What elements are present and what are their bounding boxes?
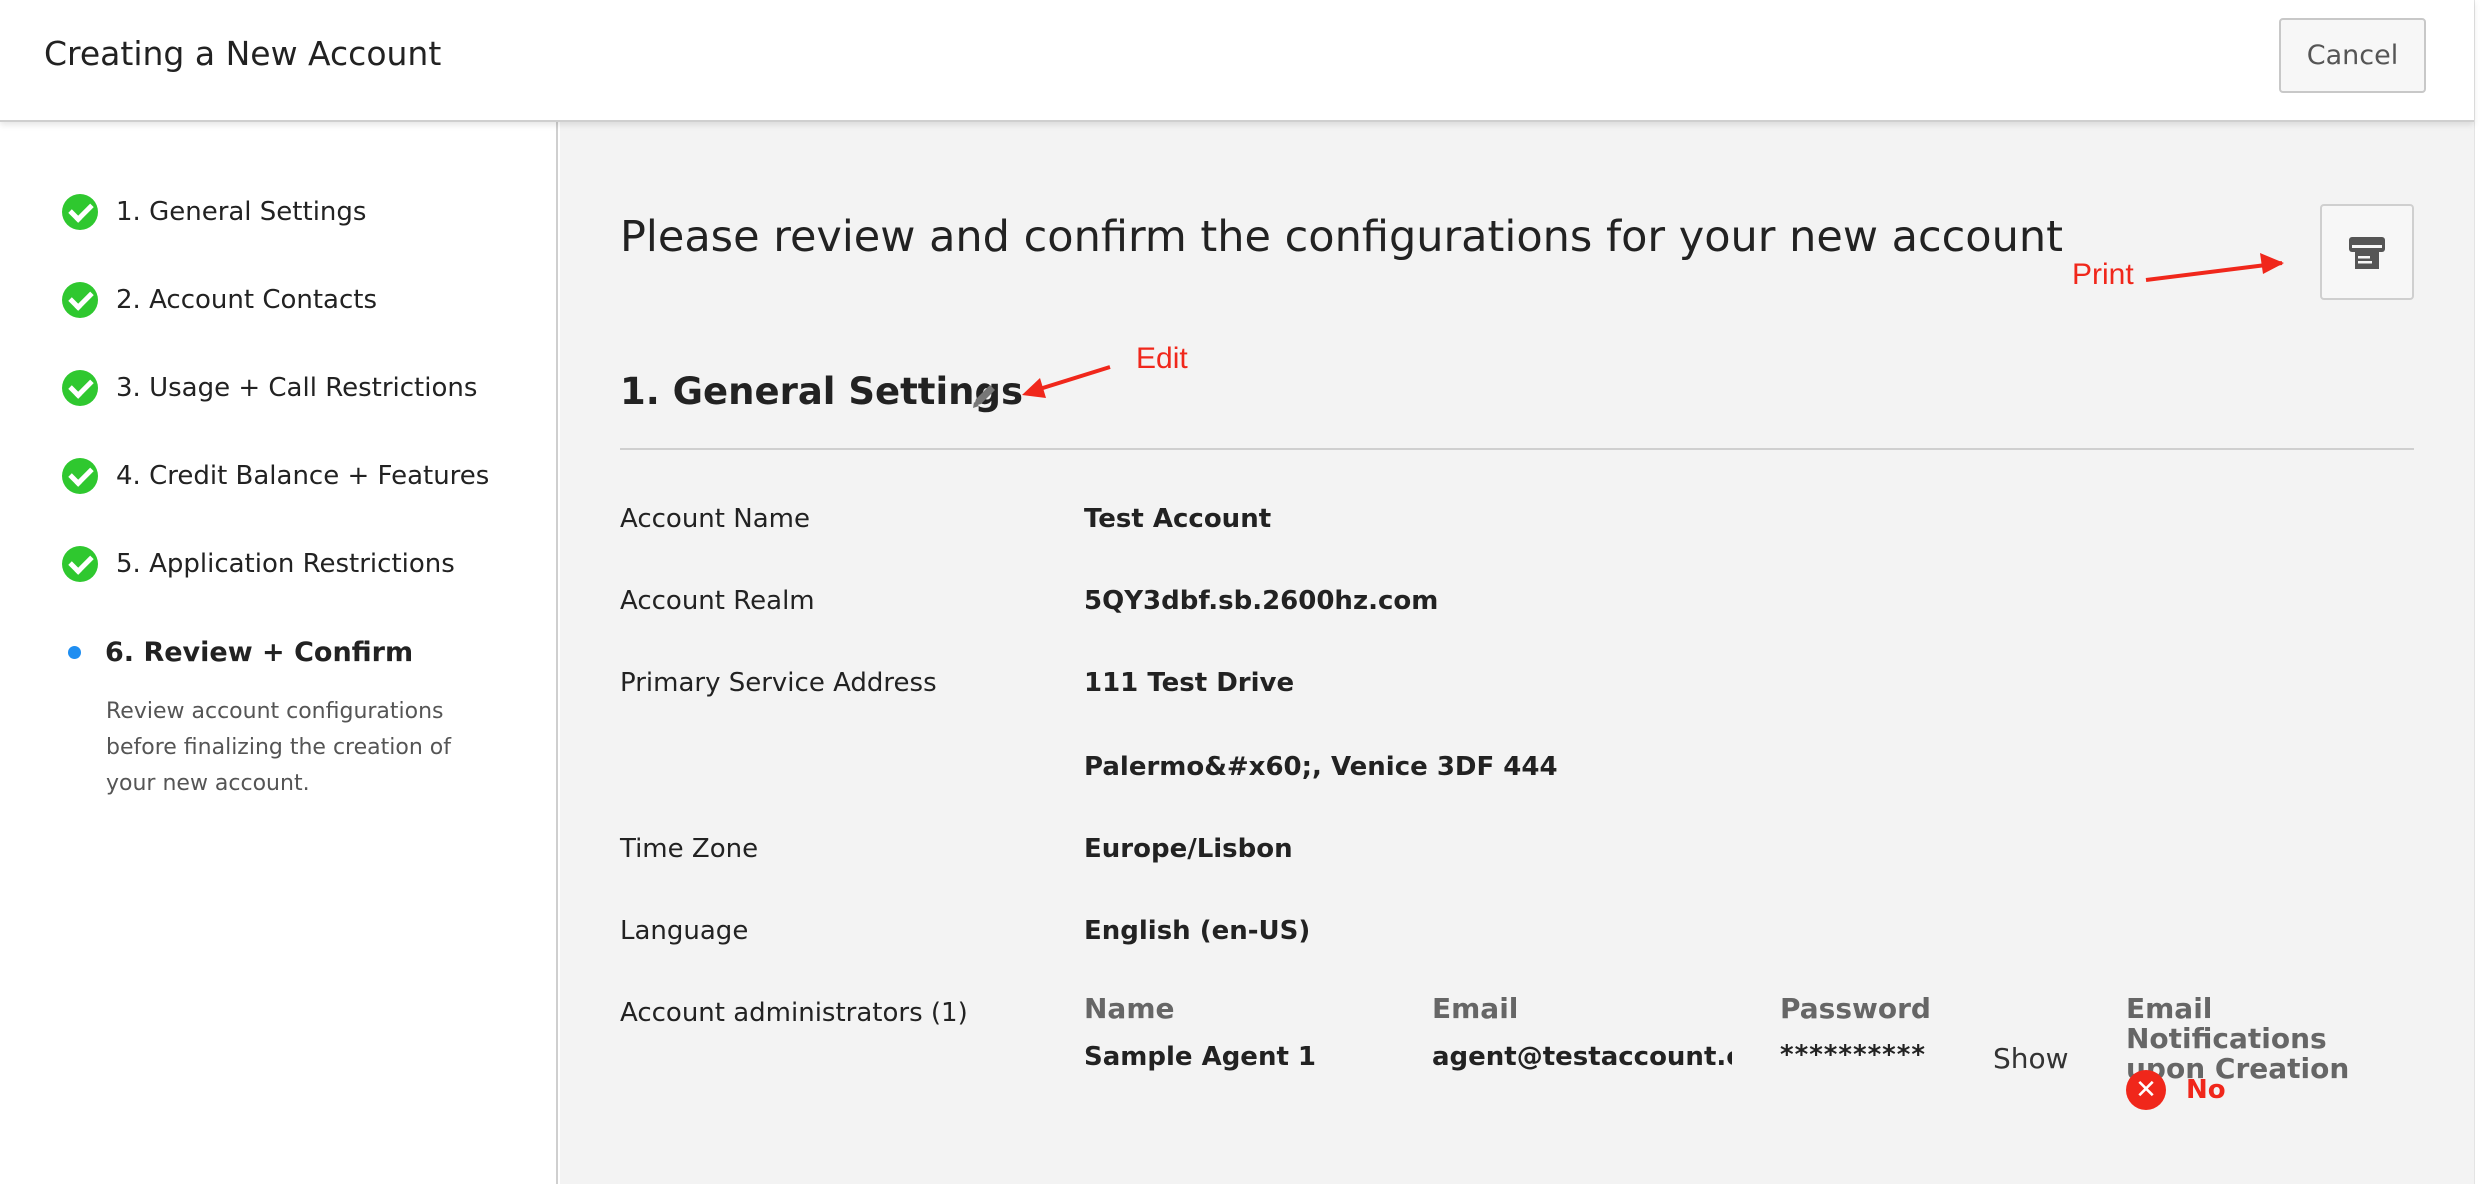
field-label-time-zone: Time Zone bbox=[620, 834, 759, 864]
wizard-step-label: 5. Application Restrictions bbox=[116, 549, 455, 579]
check-circle-icon bbox=[62, 458, 98, 494]
field-value-account-realm: 5QY3dbf.sb.2600hz.com bbox=[1084, 586, 1439, 616]
cancel-button[interactable]: Cancel bbox=[2279, 18, 2426, 93]
admin-name: Sample Agent 1 bbox=[1084, 1042, 1317, 1072]
wizard-step-review-confirm[interactable]: 6. Review + Confirm bbox=[62, 632, 413, 672]
active-step-dot bbox=[68, 645, 81, 659]
field-value-language: English (en-US) bbox=[1084, 916, 1311, 946]
wizard-step-label: 3. Usage + Call Restrictions bbox=[116, 373, 478, 403]
x-circle-icon: ✕ bbox=[2126, 1070, 2166, 1110]
email-notification-value: No bbox=[2186, 1075, 2226, 1105]
printer-icon bbox=[2349, 237, 2385, 269]
wizard-step-label: 4. Credit Balance + Features bbox=[116, 461, 490, 491]
field-value-time-zone: Europe/Lisbon bbox=[1084, 834, 1293, 864]
wizard-step-application-restrictions[interactable]: 5. Application Restrictions bbox=[62, 544, 455, 584]
email-notification-status: ✕ No bbox=[2126, 1070, 2226, 1110]
show-password-button[interactable]: Show bbox=[1993, 1042, 2069, 1075]
print-annotation: Print bbox=[2072, 258, 2134, 291]
edit-arrow-line bbox=[1029, 365, 1111, 394]
field-label-account-realm: Account Realm bbox=[620, 586, 815, 616]
wizard-sidebar: 1. General Settings 2. Account Contacts … bbox=[0, 122, 558, 1184]
window-edge bbox=[2474, 0, 2480, 1184]
wizard-step-label: 1. General Settings bbox=[116, 197, 367, 227]
wizard-step-credit-balance-features[interactable]: 4. Credit Balance + Features bbox=[62, 456, 489, 496]
wizard-step-account-contacts[interactable]: 2. Account Contacts bbox=[62, 280, 377, 320]
field-value-address-line2: Palermo&#x60;, Venice 3DF 444 bbox=[1084, 752, 1558, 782]
print-arrow-line bbox=[2145, 261, 2283, 282]
check-circle-icon bbox=[62, 546, 98, 582]
review-panel: Please review and confirm the configurat… bbox=[560, 122, 2474, 1184]
page-title: Creating a New Account bbox=[44, 34, 442, 73]
field-label-account-name: Account Name bbox=[620, 504, 810, 534]
edit-annotation: Edit bbox=[1136, 342, 1188, 375]
review-heading: Please review and confirm the configurat… bbox=[620, 212, 2063, 262]
pencil-icon-graphic bbox=[973, 385, 995, 408]
admins-col-password: Password bbox=[1780, 992, 1931, 1025]
section-divider bbox=[620, 448, 2414, 450]
active-step-description: Review account configurations before fin… bbox=[106, 699, 451, 796]
edit-arrow-head bbox=[1022, 378, 1046, 398]
top-bar: Creating a New Account Cancel bbox=[0, 0, 2474, 122]
admins-col-email: Email bbox=[1432, 992, 1519, 1025]
field-value-account-name: Test Account bbox=[1084, 504, 1272, 534]
check-circle-icon bbox=[62, 370, 98, 406]
admins-col-name: Name bbox=[1084, 992, 1175, 1025]
field-label-language: Language bbox=[620, 916, 749, 946]
wizard-step-general-settings[interactable]: 1. General Settings bbox=[62, 192, 366, 232]
section-title-general-settings: 1. General Settings bbox=[620, 370, 1024, 413]
admin-email: agent@testaccount.c… bbox=[1432, 1042, 1732, 1072]
field-label-service-address: Primary Service Address bbox=[620, 668, 937, 698]
print-button[interactable] bbox=[2320, 204, 2414, 300]
check-circle-icon bbox=[62, 194, 98, 230]
pencil-icon[interactable] bbox=[966, 378, 1002, 414]
admin-password-masked: ********** bbox=[1780, 1040, 1926, 1070]
print-arrow-head bbox=[2260, 253, 2284, 274]
field-label-account-admins: Account administrators (1) bbox=[620, 998, 968, 1028]
field-value-address-line1: 111 Test Drive bbox=[1084, 668, 1295, 698]
wizard-step-label: 2. Account Contacts bbox=[116, 285, 378, 315]
check-circle-icon bbox=[62, 282, 98, 318]
annotation-arrows bbox=[1022, 253, 2284, 398]
wizard-step-label: 6. Review + Confirm bbox=[105, 636, 414, 668]
wizard-step-usage-call-restrictions[interactable]: 3. Usage + Call Restrictions bbox=[62, 368, 477, 408]
